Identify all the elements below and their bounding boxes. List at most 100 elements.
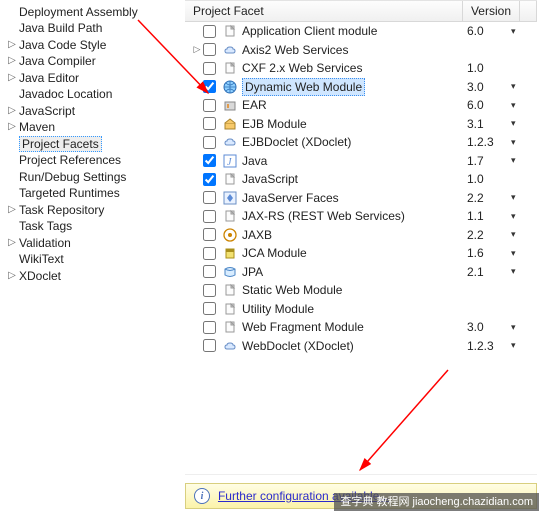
facet-name-label: JavaServer Faces: [242, 190, 339, 206]
facet-row-ejbdoclet-xdoclet-[interactable]: EJBDoclet (XDoclet)1.2.3▾: [185, 133, 537, 152]
version-dropdown-icon[interactable]: ▾: [511, 322, 525, 333]
facet-row-application-client-module[interactable]: Application Client module6.0▾: [185, 22, 537, 41]
version-dropdown-icon[interactable]: ▾: [511, 155, 525, 166]
expand-icon[interactable]: ▷: [6, 56, 18, 67]
facet-checkbox[interactable]: [203, 25, 216, 38]
column-header-dropdown: [520, 1, 537, 21]
column-header-facet[interactable]: Project Facet: [185, 1, 463, 21]
facet-checkbox[interactable]: [203, 43, 216, 56]
sidebar-item-deployment-assembly[interactable]: Deployment Assembly: [0, 4, 179, 20]
facet-checkbox[interactable]: [203, 173, 216, 186]
facet-checkbox[interactable]: [203, 284, 216, 297]
file-icon: [222, 301, 238, 317]
facet-checkbox[interactable]: [203, 321, 216, 334]
sidebar-item-java-build-path[interactable]: Java Build Path: [0, 21, 179, 37]
facet-row-cxf-2-x-web-services[interactable]: CXF 2.x Web Services1.0: [185, 59, 537, 78]
facet-row-name-cell: JavaServer Faces: [185, 190, 463, 206]
sidebar-item-label: Deployment Assembly: [19, 6, 138, 19]
facet-checkbox[interactable]: [203, 302, 216, 315]
facet-row-axis2-web-services[interactable]: ▷ Axis2 Web Services: [185, 41, 537, 60]
facet-row-utility-module[interactable]: Utility Module: [185, 300, 537, 319]
version-dropdown-icon[interactable]: ▾: [511, 211, 525, 222]
facet-name-label: EAR: [242, 97, 267, 113]
sidebar-item-javascript[interactable]: ▷JavaScript: [0, 103, 179, 119]
sidebar-item-task-tags[interactable]: Task Tags: [0, 219, 179, 235]
facet-row-jax-rs-rest-web-services-[interactable]: JAX-RS (REST Web Services)1.1▾: [185, 207, 537, 226]
sidebar-item-task-repository[interactable]: ▷Task Repository: [0, 202, 179, 218]
facet-name-label: EJB Module: [242, 116, 307, 132]
facet-row-webdoclet-xdoclet-[interactable]: WebDoclet (XDoclet)1.2.3▾: [185, 337, 537, 356]
expand-icon[interactable]: ▷: [6, 106, 18, 117]
cloud-icon: [222, 42, 238, 58]
version-dropdown-icon[interactable]: ▾: [511, 248, 525, 259]
version-dropdown-icon[interactable]: ▾: [511, 26, 525, 37]
info-icon: i: [194, 488, 210, 504]
sidebar-item-targeted-runtimes[interactable]: Targeted Runtimes: [0, 186, 179, 202]
file-icon: [222, 282, 238, 298]
facet-checkbox[interactable]: [203, 117, 216, 130]
facets-table-header: Project Facet Version: [185, 0, 537, 22]
expand-icon[interactable]: ▷: [6, 40, 18, 51]
facet-version: 2.2: [463, 191, 511, 205]
facet-row-javascript[interactable]: JavaScript1.0: [185, 170, 537, 189]
facet-name-label: JCA Module: [242, 245, 307, 261]
version-dropdown-icon[interactable]: ▾: [511, 229, 525, 240]
facet-version: 1.7: [463, 154, 511, 168]
sidebar-item-java-editor[interactable]: ▷Java Editor: [0, 70, 179, 86]
version-dropdown-icon[interactable]: ▾: [511, 81, 525, 92]
facet-checkbox[interactable]: [203, 62, 216, 75]
expand-icon[interactable]: ▷: [191, 44, 203, 55]
facet-row-jaxb[interactable]: JAXB2.2▾: [185, 226, 537, 245]
facet-version: 1.2.3: [463, 135, 511, 149]
facet-row-web-fragment-module[interactable]: Web Fragment Module3.0▾: [185, 318, 537, 337]
facet-checkbox[interactable]: [203, 210, 216, 223]
globe-icon: [222, 79, 238, 95]
facet-checkbox[interactable]: [203, 154, 216, 167]
expand-icon[interactable]: ▷: [6, 271, 18, 282]
facet-name-label: CXF 2.x Web Services: [242, 60, 362, 76]
version-dropdown-icon[interactable]: ▾: [511, 100, 525, 111]
facet-checkbox[interactable]: [203, 339, 216, 352]
sidebar-item-project-facets[interactable]: Project Facets: [0, 136, 179, 152]
facet-checkbox[interactable]: [203, 80, 216, 93]
facet-version: 3.0: [463, 320, 511, 334]
sidebar-item-validation[interactable]: ▷Validation: [0, 235, 179, 251]
facet-row-ear[interactable]: EAR6.0▾: [185, 96, 537, 115]
facet-row-ejb-module[interactable]: EJB Module3.1▾: [185, 115, 537, 134]
facet-checkbox[interactable]: [203, 99, 216, 112]
facet-row-static-web-module[interactable]: Static Web Module: [185, 281, 537, 300]
version-dropdown-icon[interactable]: ▾: [511, 137, 525, 148]
facet-checkbox[interactable]: [203, 265, 216, 278]
sidebar-item-wikitext[interactable]: WikiText: [0, 252, 179, 268]
facets-table-body: Application Client module6.0▾ ▷ Axis2 Web …: [185, 22, 537, 475]
version-dropdown-icon[interactable]: ▾: [511, 192, 525, 203]
sidebar-item-java-code-style[interactable]: ▷Java Code Style: [0, 37, 179, 53]
facet-checkbox[interactable]: [203, 228, 216, 241]
sidebar-item-javadoc-location[interactable]: Javadoc Location: [0, 87, 179, 103]
sidebar-item-project-references[interactable]: Project References: [0, 153, 179, 169]
facet-name-label: Axis2 Web Services: [242, 42, 348, 58]
facet-row-java[interactable]: JJava1.7▾: [185, 152, 537, 171]
sidebar-item-java-compiler[interactable]: ▷Java Compiler: [0, 54, 179, 70]
facet-checkbox[interactable]: [203, 136, 216, 149]
expand-icon[interactable]: ▷: [6, 238, 18, 249]
jar-icon: [222, 245, 238, 261]
version-dropdown-icon[interactable]: ▾: [511, 266, 525, 277]
column-header-version[interactable]: Version: [463, 1, 520, 21]
facet-row-jca-module[interactable]: JCA Module1.6▾: [185, 244, 537, 263]
expand-icon[interactable]: ▷: [6, 205, 18, 216]
expand-icon[interactable]: ▷: [6, 122, 18, 133]
sidebar-item-maven[interactable]: ▷Maven: [0, 120, 179, 136]
facet-row-dynamic-web-module[interactable]: Dynamic Web Module3.0▾: [185, 78, 537, 97]
facet-checkbox[interactable]: [203, 191, 216, 204]
sidebar-item-label: Validation: [19, 237, 71, 250]
version-dropdown-icon[interactable]: ▾: [511, 340, 525, 351]
facet-row-javaserver-faces[interactable]: JavaServer Faces 2.2▾: [185, 189, 537, 208]
facet-name-label: WebDoclet (XDoclet): [242, 338, 354, 354]
facet-row-jpa[interactable]: JPA2.1▾: [185, 263, 537, 282]
facet-checkbox[interactable]: [203, 247, 216, 260]
version-dropdown-icon[interactable]: ▾: [511, 118, 525, 129]
sidebar-item-run-debug-settings[interactable]: Run/Debug Settings: [0, 169, 179, 185]
expand-icon[interactable]: ▷: [6, 73, 18, 84]
sidebar-item-xdoclet[interactable]: ▷XDoclet: [0, 268, 179, 284]
